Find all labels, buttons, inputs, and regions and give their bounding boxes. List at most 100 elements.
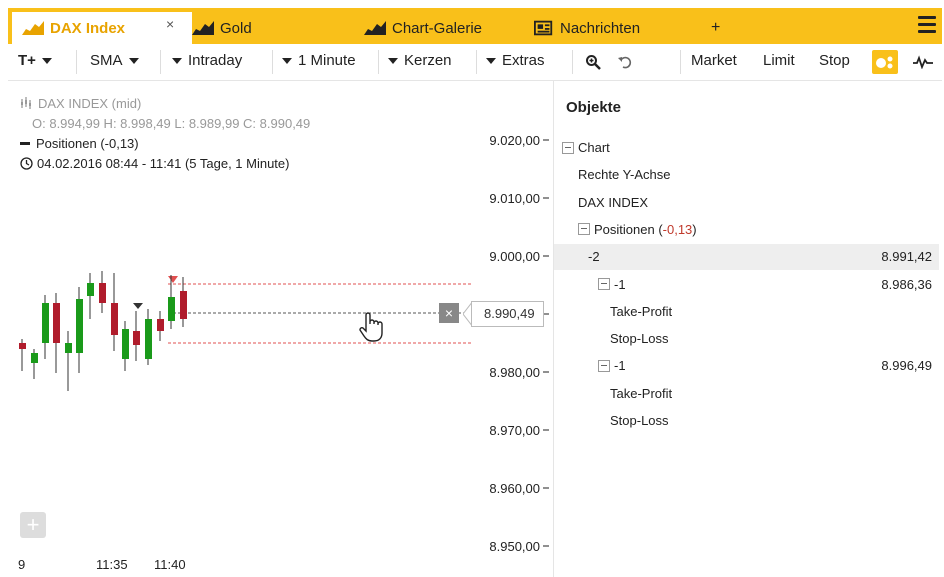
tree-row[interactable]: -1 8.986,36	[554, 272, 939, 298]
tree-row-text: Take-Profit	[610, 303, 673, 319]
tree-row[interactable]: Positionen (-0,13)	[554, 217, 939, 243]
zoom-button[interactable]	[580, 50, 606, 74]
candle-body	[42, 303, 49, 343]
caret-down-icon	[486, 57, 496, 64]
chart-area[interactable]: DAX INDEX (mid) O: 8.994,99 H: 8.998,49 …	[8, 81, 554, 577]
tree-row-label: -1	[598, 353, 626, 379]
y-axis: 9.020,009.010,009.000,008.990,008.980,00…	[489, 133, 549, 554]
tree-row[interactable]: -1 8.996,49	[554, 353, 939, 379]
zoom-icon	[586, 55, 601, 70]
collapse-icon[interactable]	[578, 223, 590, 236]
tab-bar: DAX Index × Gold Chart-Galerie Nachricht…	[8, 8, 942, 44]
caret-down-icon	[128, 57, 139, 64]
tree-row-label: -2	[588, 244, 600, 270]
tab-dax-index[interactable]: DAX Index	[12, 12, 192, 44]
area-chart-icon	[22, 21, 44, 35]
stop-label: Stop	[819, 52, 850, 69]
tree-row-label: Take-Profit	[610, 299, 672, 325]
area-chart-icon	[192, 21, 214, 35]
tree-row[interactable]: -2 8.991,42	[554, 244, 939, 271]
tree-row-label: DAX INDEX	[578, 190, 648, 216]
tree-row-text: Chart	[578, 140, 610, 155]
tab-nachrichten[interactable]: Nachrichten	[534, 12, 640, 44]
chart-toolbar: T+ SMA Intraday 1 Minute Kerzen Extras M…	[8, 44, 942, 81]
indicator-dropdown[interactable]: SMA	[90, 52, 145, 69]
candle-body	[122, 329, 129, 359]
objects-toggle-button[interactable]	[872, 50, 898, 74]
hand-cursor-icon	[359, 312, 383, 342]
y-tick-label: 8.950,00	[489, 539, 540, 554]
divider	[476, 50, 477, 74]
add-tab-button[interactable]: +	[711, 12, 720, 44]
y-tick-label: 9.000,00	[489, 249, 540, 264]
x-tick: 11:40	[154, 557, 186, 572]
tree-row[interactable]: Stop-Loss	[554, 408, 939, 434]
hamburger-menu-icon[interactable]	[918, 16, 936, 34]
tree-row[interactable]: Take-Profit	[554, 381, 939, 407]
x-tick: 9	[18, 557, 26, 572]
trading-app: DAX Index × Gold Chart-Galerie Nachricht…	[8, 8, 942, 577]
tree-row[interactable]: Take-Profit	[554, 299, 939, 325]
candles-group	[19, 271, 187, 391]
candle-body	[99, 283, 106, 303]
candle-body	[19, 343, 26, 349]
candle-body	[31, 353, 38, 363]
candle-body	[76, 299, 83, 353]
tree-row-label: -1	[598, 272, 626, 298]
news-icon	[534, 20, 553, 36]
tree-row-text: -2	[588, 249, 600, 265]
chart-type-dropdown[interactable]: Kerzen	[382, 52, 452, 69]
order-marker-dark[interactable]	[133, 303, 143, 309]
drawing-tool-dropdown[interactable]: T+	[18, 52, 58, 69]
caret-down-icon	[282, 57, 292, 64]
tree-row-value: 8.986,36	[881, 276, 932, 292]
collapse-icon[interactable]	[598, 359, 610, 372]
objects-icon	[876, 56, 893, 69]
tree-row-label: Take-Profit	[610, 381, 672, 407]
divider	[76, 50, 77, 74]
tree-row-text-end: )	[692, 221, 697, 237]
candle-body	[168, 297, 175, 321]
close-position-button[interactable]: ×	[439, 303, 459, 323]
tree-row-negative-value: -0,13	[662, 221, 693, 237]
interval-label: 1 Minute	[298, 52, 356, 69]
collapse-icon[interactable]	[562, 141, 574, 154]
tree-row[interactable]: DAX INDEX	[554, 190, 939, 216]
interval-dropdown[interactable]: 1 Minute	[276, 52, 356, 69]
stop-order-button[interactable]: Stop	[819, 52, 850, 69]
close-tab-icon[interactable]: ×	[166, 16, 174, 32]
y-tick-label: 8.980,00	[489, 365, 540, 380]
pulse-icon	[913, 55, 933, 69]
tree-row-text: -1	[614, 358, 626, 374]
timeframe-dropdown[interactable]: Intraday	[166, 52, 242, 69]
tree-row[interactable]: Chart	[554, 135, 939, 161]
area-chart-icon	[364, 21, 386, 35]
limit-order-button[interactable]: Limit	[763, 52, 795, 69]
order-marker-red[interactable]	[168, 276, 178, 283]
candle-body	[133, 331, 140, 345]
tree-row-text: Take-Profit	[610, 385, 673, 401]
last-price-tag: 8.990,49	[471, 301, 544, 327]
tab-chart-galerie[interactable]: Chart-Galerie	[364, 12, 482, 44]
y-tick-label: 8.960,00	[489, 481, 540, 496]
tree-row[interactable]: Rechte Y-Achse	[554, 162, 939, 188]
undo-icon	[618, 56, 632, 69]
tab-label: Chart-Galerie	[392, 19, 483, 37]
extras-dropdown[interactable]: Extras	[480, 52, 545, 69]
tree-row[interactable]: Stop-Loss	[554, 326, 939, 352]
plus-icon: +	[711, 19, 721, 36]
candle-body	[65, 343, 72, 353]
tab-gold[interactable]: Gold	[192, 12, 252, 44]
zoom-in-button[interactable]: +	[20, 512, 46, 538]
y-tick-label: 9.010,00	[489, 191, 540, 206]
candle-body	[53, 303, 60, 343]
undo-button[interactable]	[612, 50, 638, 74]
caret-down-icon	[388, 57, 398, 64]
tab-label: Gold	[220, 19, 252, 37]
market-order-button[interactable]: Market	[691, 52, 737, 69]
candlestick-plot[interactable]: 9.020,009.010,009.000,008.990,008.980,00…	[8, 81, 553, 577]
tree-row-value: 8.996,49	[881, 358, 932, 374]
indicator-chart-button[interactable]	[910, 50, 936, 74]
candle-body	[180, 291, 187, 319]
collapse-icon[interactable]	[598, 278, 610, 291]
